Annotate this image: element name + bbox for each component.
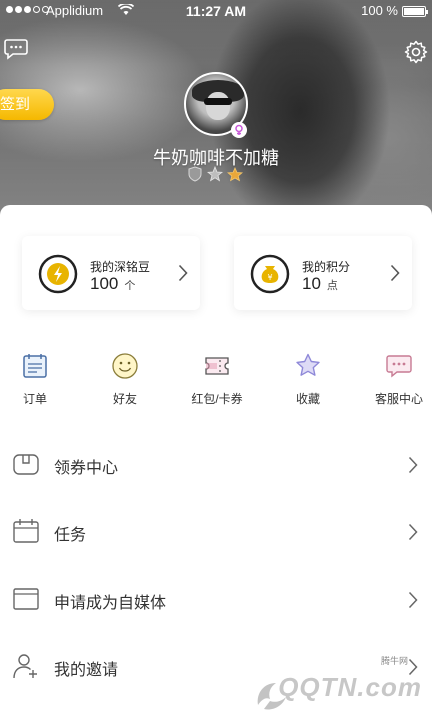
quick-action-coupons[interactable]: 红包/卡券: [184, 352, 250, 407]
menu-item-tasks[interactable]: 任务: [0, 503, 432, 559]
chat-bubble-icon: [386, 355, 412, 378]
chevron-right-icon: [408, 523, 418, 541]
gear-icon[interactable]: [404, 40, 428, 64]
points-card[interactable]: ¥ 我的积分 10 点: [234, 236, 412, 310]
status-bar: Applidium 11:27 AM 100 %: [0, 0, 432, 22]
order-calendar-icon: [23, 354, 47, 378]
quick-action-label: 红包/卡券: [191, 392, 243, 406]
quick-action-favorites[interactable]: 收藏: [275, 352, 341, 407]
smile-face-icon: [112, 353, 138, 379]
watermark-text: QQTN.com: [278, 672, 422, 702]
menu-item-label: 领券中心: [54, 460, 119, 477]
chevron-right-icon: [408, 456, 418, 474]
quick-action-label: 客服中心: [374, 392, 423, 406]
menu-item-coupon-center[interactable]: 领券中心: [0, 436, 432, 492]
chevron-right-icon: [178, 264, 188, 282]
beans-value-line: 100 个: [90, 274, 135, 294]
quick-actions: 订单 好友 红包/卡券 收藏 客服中心: [0, 352, 432, 412]
checkin-button[interactable]: 签到: [0, 89, 54, 120]
menu-item-label: 我的邀请: [54, 662, 119, 679]
menu-item-label: 任务: [54, 527, 87, 544]
points-title: 我的积分: [302, 260, 351, 274]
battery-percent: 100 %: [361, 3, 398, 18]
coupon-pocket-icon: [13, 454, 39, 475]
points-value-line: 10 点: [302, 274, 338, 294]
quick-action-orders[interactable]: 订单: [2, 352, 68, 407]
chevron-right-icon: [390, 264, 400, 282]
star-icon: [296, 353, 320, 376]
beans-unit: 个: [124, 280, 136, 292]
beans-value: 100: [90, 274, 119, 293]
quick-action-label: 收藏: [295, 392, 320, 406]
coin-icon: [38, 254, 78, 294]
shield-badge-icon: [188, 166, 202, 182]
points-value: 10: [302, 274, 321, 293]
money-bag-icon: ¥: [250, 254, 290, 294]
menu-item-apply-media[interactable]: 申请成为自媒体: [0, 571, 432, 627]
svg-text:¥: ¥: [267, 273, 272, 282]
browser-window-icon: [13, 588, 39, 610]
battery-icon: [402, 6, 428, 17]
menu-item-label: 申请成为自媒体: [54, 595, 167, 612]
female-gender-icon: [231, 122, 247, 138]
quick-action-label: 好友: [112, 392, 137, 406]
star-badge-icon: [207, 166, 223, 182]
watermark-small-text: 腾牛网: [380, 656, 408, 666]
quick-action-friends[interactable]: 好友: [92, 352, 158, 407]
points-unit: 点: [326, 280, 338, 292]
chevron-right-icon: [408, 591, 418, 609]
quick-action-label: 订单: [22, 392, 47, 406]
beans-title: 我的深铭豆: [90, 260, 151, 274]
message-icon[interactable]: [4, 38, 28, 60]
add-user-icon: [13, 654, 37, 679]
crown-badge-icon: [227, 167, 243, 182]
calendar-icon: [13, 519, 39, 543]
quick-action-customer-service[interactable]: 客服中心: [366, 352, 432, 407]
user-badges: [187, 166, 243, 182]
coupon-icon: [205, 357, 229, 375]
beans-card[interactable]: 我的深铭豆 100 个: [22, 236, 200, 310]
